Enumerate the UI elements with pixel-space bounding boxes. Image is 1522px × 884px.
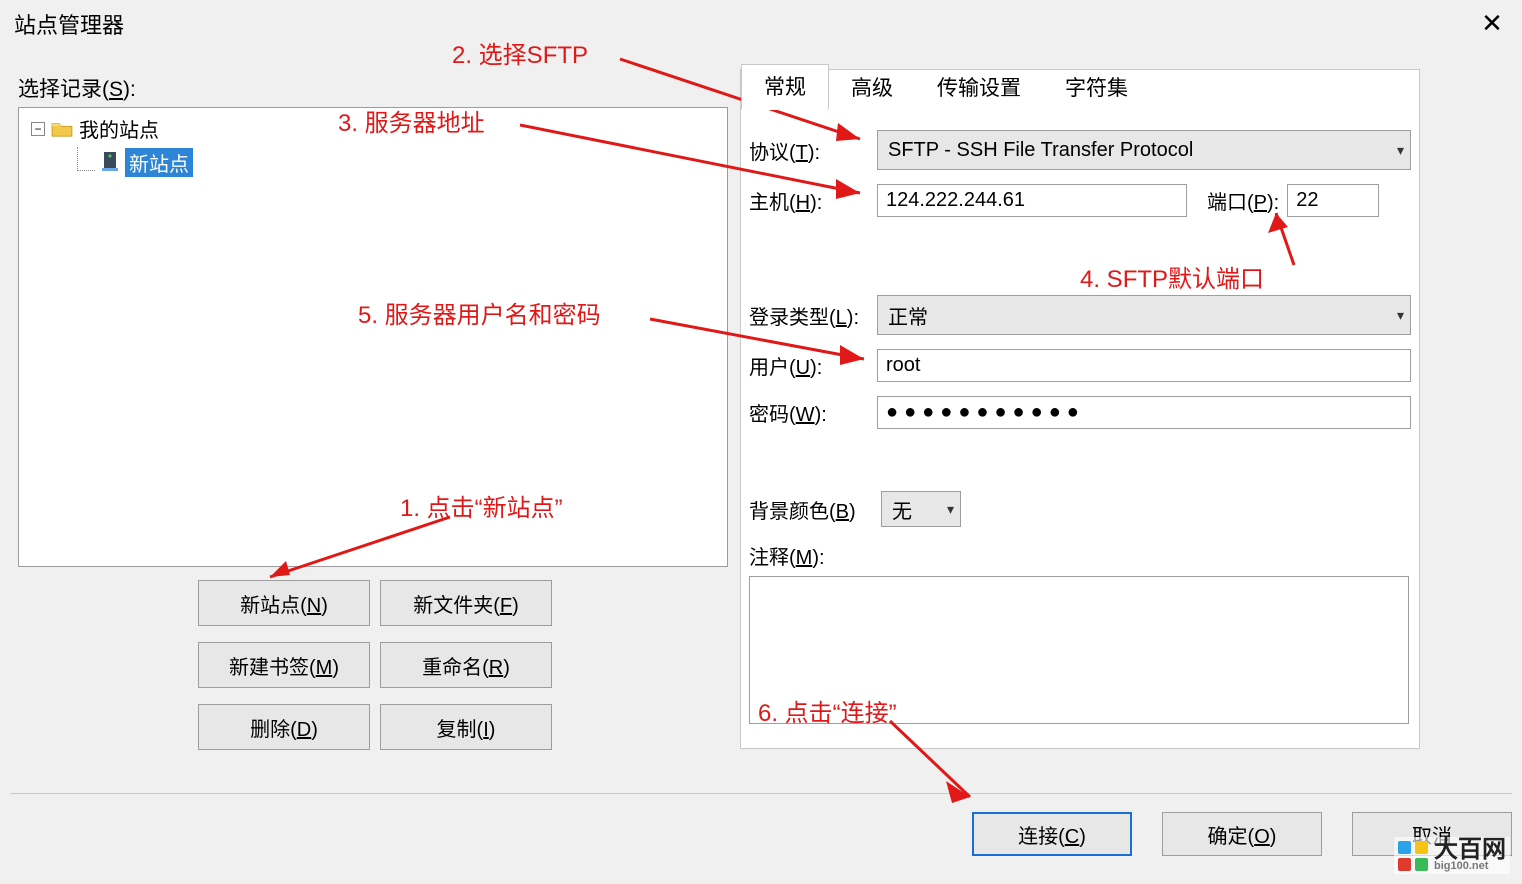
- connect-button[interactable]: 连接(C): [972, 812, 1132, 856]
- bg-color-label: 背景颜色(B): [749, 495, 881, 524]
- logon-type-label: 登录类型(L):: [749, 301, 877, 330]
- port-label: 端口(P):: [1207, 186, 1279, 215]
- ok-button[interactable]: 确定(O): [1162, 812, 1322, 856]
- settings-panel: 常规 高级 传输设置 字符集 协议(T): SFTP - SSH File Tr…: [740, 69, 1420, 749]
- tree-site-row[interactable]: 新站点: [73, 145, 727, 179]
- annotation-6: 6. 点击“连接”: [758, 693, 897, 728]
- tree-root-label: 我的站点: [79, 114, 159, 143]
- tab-advanced[interactable]: 高级: [829, 66, 915, 110]
- user-input[interactable]: [877, 349, 1411, 382]
- password-label: 密码(W):: [749, 398, 877, 427]
- close-icon[interactable]: ✕: [1472, 8, 1512, 40]
- tab-charset[interactable]: 字符集: [1043, 66, 1150, 110]
- protocol-label: 协议(T):: [749, 136, 877, 165]
- password-input[interactable]: [877, 396, 1411, 429]
- server-icon: [101, 152, 119, 172]
- tab-transfer[interactable]: 传输设置: [915, 66, 1043, 110]
- protocol-select[interactable]: SFTP - SSH File Transfer Protocol ▾: [877, 130, 1411, 170]
- chevron-down-icon: ▾: [1397, 307, 1404, 324]
- port-input[interactable]: [1287, 184, 1379, 217]
- host-input[interactable]: [877, 184, 1187, 217]
- new-bookmark-button[interactable]: 新建书签(M): [198, 642, 370, 688]
- new-folder-button[interactable]: 新文件夹(F): [380, 580, 552, 626]
- new-site-button[interactable]: 新站点(N): [198, 580, 370, 626]
- copy-button[interactable]: 复制(I): [380, 704, 552, 750]
- host-label: 主机(H):: [749, 186, 877, 215]
- chevron-down-icon: ▾: [1397, 142, 1404, 159]
- annotation-5: 5. 服务器用户名和密码: [358, 295, 601, 330]
- annotation-1: 1. 点击“新站点”: [400, 488, 563, 523]
- watermark-logo-icon: [1398, 841, 1428, 871]
- tab-general[interactable]: 常规: [741, 64, 829, 110]
- tabs: 常规 高级 传输设置 字符集: [741, 68, 1419, 110]
- chevron-down-icon: ▾: [947, 501, 954, 518]
- tree-site-label: 新站点: [125, 148, 193, 177]
- watermark-text: 大百网: [1434, 839, 1506, 861]
- window-title: 站点管理器: [14, 8, 124, 40]
- delete-button[interactable]: 删除(D): [198, 704, 370, 750]
- select-record-label: 选择记录(S):: [18, 73, 136, 103]
- user-label: 用户(U):: [749, 351, 877, 380]
- dialog-buttons: 连接(C) 确定(O) 取消: [10, 793, 1512, 856]
- notes-label: 注释(M):: [749, 547, 825, 569]
- tree-line: [77, 147, 95, 171]
- annotation-4: 4. SFTP默认端口: [1080, 259, 1264, 294]
- annotation-2: 2. 选择SFTP: [452, 35, 588, 70]
- annotation-3: 3. 服务器地址: [338, 103, 485, 138]
- folder-icon: [51, 120, 73, 138]
- site-tree[interactable]: − 我的站点 新站点: [18, 107, 728, 567]
- tree-expander-icon[interactable]: −: [31, 122, 45, 136]
- logon-type-select[interactable]: 正常 ▾: [877, 295, 1411, 335]
- rename-button[interactable]: 重命名(R): [380, 642, 552, 688]
- bg-color-select[interactable]: 无 ▾: [881, 491, 961, 527]
- watermark: 大百网 big100.net: [1394, 837, 1510, 874]
